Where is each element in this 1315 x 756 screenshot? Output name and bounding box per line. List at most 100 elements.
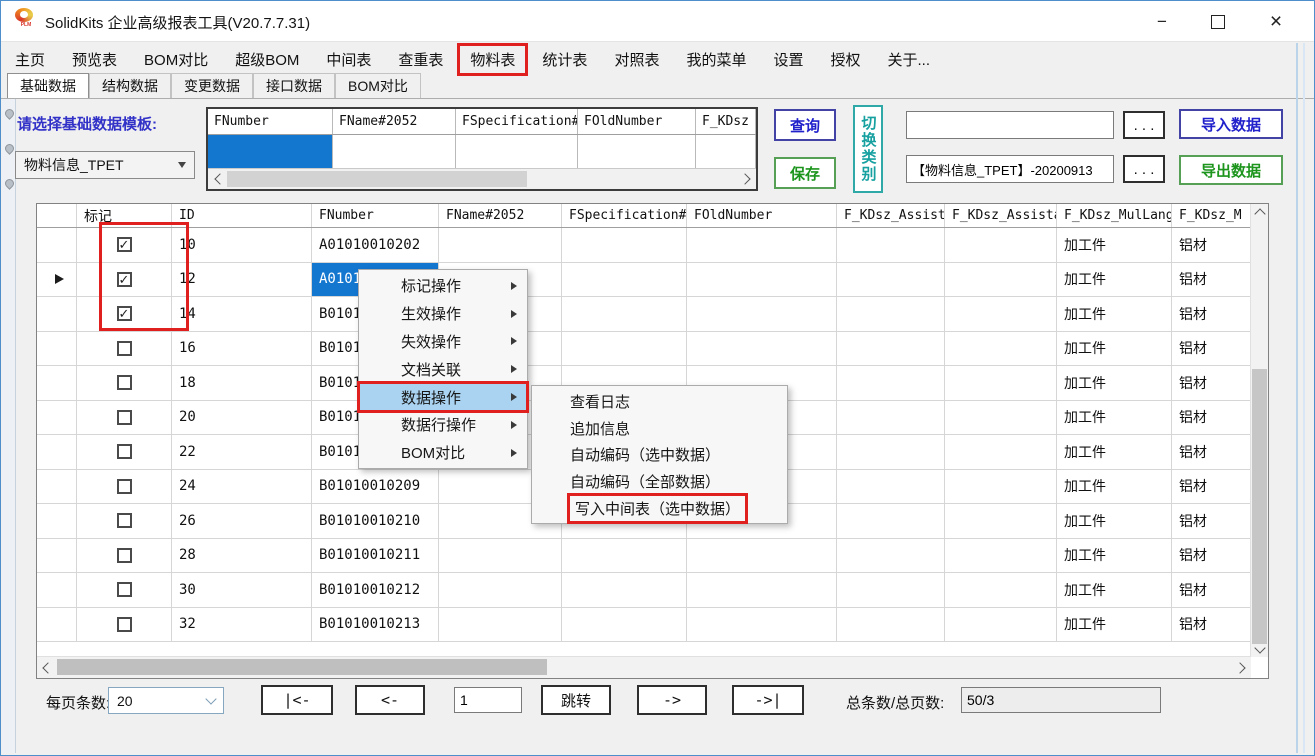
menu-item-设置[interactable]: 设置 xyxy=(763,46,813,73)
grid-header-FNumber[interactable]: FNumber xyxy=(312,204,439,227)
assistant2-cell[interactable] xyxy=(945,435,1057,469)
material-cell[interactable]: 铝材 xyxy=(1172,504,1252,538)
export-path-input[interactable] xyxy=(906,155,1114,183)
mark-cell[interactable] xyxy=(77,401,172,435)
mark-cell[interactable] xyxy=(77,470,172,504)
row-header-cell[interactable] xyxy=(37,366,77,400)
row-header-cell[interactable] xyxy=(37,573,77,607)
mini-grid-header-FSpecification#2[interactable]: FSpecification#2 xyxy=(456,109,578,134)
row-header-cell[interactable] xyxy=(37,297,77,331)
tab-BOM对比[interactable]: BOM对比 xyxy=(335,73,421,98)
mini-grid-cell[interactable] xyxy=(456,135,578,168)
mini-grid-selected-cell[interactable] xyxy=(208,135,333,168)
tab-接口数据[interactable]: 接口数据 xyxy=(253,73,335,98)
menu-item-中间表[interactable]: 中间表 xyxy=(316,46,381,73)
close-button[interactable]: × xyxy=(1253,8,1299,35)
assistant2-cell[interactable] xyxy=(945,263,1057,297)
table-row[interactable]: ✓12A01010加工件铝材 xyxy=(37,263,1268,298)
row-checkbox[interactable] xyxy=(117,479,132,494)
submenu-item-自动编码（全部数据）[interactable]: 自动编码（全部数据） xyxy=(532,468,787,495)
assistant1-cell[interactable] xyxy=(837,228,945,262)
foldnumber-cell[interactable] xyxy=(687,297,837,331)
fspecification-cell[interactable] xyxy=(562,608,687,642)
grid-vscroll-thumb[interactable] xyxy=(1252,369,1267,644)
id-cell[interactable]: 14 xyxy=(172,297,312,331)
row-header-cell[interactable] xyxy=(37,401,77,435)
menu-item-我的菜单[interactable]: 我的菜单 xyxy=(676,46,756,73)
id-cell[interactable]: 20 xyxy=(172,401,312,435)
menu-item-BOM对比[interactable]: BOM对比 xyxy=(134,46,218,73)
fspecification-cell[interactable] xyxy=(562,263,687,297)
scroll-right-icon[interactable] xyxy=(738,169,754,189)
context-menu-item-数据行操作[interactable]: 数据行操作 xyxy=(359,411,527,439)
grid-header-FOldNumber[interactable]: FOldNumber xyxy=(687,204,837,227)
mullang-cell[interactable]: 加工件 xyxy=(1057,332,1172,366)
material-cell[interactable]: 铝材 xyxy=(1172,435,1252,469)
row-header-cell[interactable] xyxy=(37,435,77,469)
assistant2-cell[interactable] xyxy=(945,332,1057,366)
export-data-button[interactable]: 导出数据 xyxy=(1179,155,1283,185)
mark-cell[interactable] xyxy=(77,539,172,573)
context-menu-item-BOM对比[interactable]: BOM对比 xyxy=(359,439,527,467)
fspecification-cell[interactable] xyxy=(562,539,687,573)
foldnumber-cell[interactable] xyxy=(687,332,837,366)
foldnumber-cell[interactable] xyxy=(687,539,837,573)
mini-grid-header-FNumber[interactable]: FNumber xyxy=(208,109,333,134)
mini-grid-filter-row[interactable] xyxy=(208,135,756,169)
mullang-cell[interactable]: 加工件 xyxy=(1057,263,1172,297)
grid-header-ID[interactable]: ID xyxy=(172,204,312,227)
row-checkbox[interactable] xyxy=(117,617,132,632)
import-path-input[interactable] xyxy=(906,111,1114,139)
mullang-cell[interactable]: 加工件 xyxy=(1057,573,1172,607)
assistant1-cell[interactable] xyxy=(837,366,945,400)
context-menu-item-生效操作[interactable]: 生效操作 xyxy=(359,300,527,328)
mini-grid-header-FOldNumber[interactable]: FOldNumber xyxy=(578,109,696,134)
table-row[interactable]: 30B01010010212加工件铝材 xyxy=(37,573,1268,608)
mark-cell[interactable] xyxy=(77,573,172,607)
mini-grid-header-FName#2052[interactable]: FName#2052 xyxy=(333,109,456,134)
tab-结构数据[interactable]: 结构数据 xyxy=(89,73,171,98)
menu-item-关于...[interactable]: 关于... xyxy=(878,46,941,73)
id-cell[interactable]: 16 xyxy=(172,332,312,366)
mini-grid-hscrollbar[interactable] xyxy=(208,169,756,189)
assistant1-cell[interactable] xyxy=(837,435,945,469)
row-checkbox[interactable] xyxy=(117,582,132,597)
material-cell[interactable]: 铝材 xyxy=(1172,539,1252,573)
fspecification-cell[interactable] xyxy=(562,332,687,366)
row-checkbox[interactable] xyxy=(117,444,132,459)
page-size-dropdown[interactable]: 20 xyxy=(108,687,224,714)
id-cell[interactable]: 10 xyxy=(172,228,312,262)
mullang-cell[interactable]: 加工件 xyxy=(1057,470,1172,504)
foldnumber-cell[interactable] xyxy=(687,608,837,642)
mullang-cell[interactable]: 加工件 xyxy=(1057,228,1172,262)
assistant2-cell[interactable] xyxy=(945,470,1057,504)
assistant1-cell[interactable] xyxy=(837,539,945,573)
context-menu-item-失效操作[interactable]: 失效操作 xyxy=(359,328,527,356)
fname-cell[interactable] xyxy=(439,608,562,642)
material-cell[interactable]: 铝材 xyxy=(1172,228,1252,262)
row-checkbox[interactable] xyxy=(117,548,132,563)
jump-button[interactable]: 跳转 xyxy=(541,685,611,715)
fname-cell[interactable] xyxy=(439,539,562,573)
mini-grid-cell[interactable] xyxy=(696,135,756,168)
id-cell[interactable]: 24 xyxy=(172,470,312,504)
fname-cell[interactable] xyxy=(439,228,562,262)
assistant2-cell[interactable] xyxy=(945,366,1057,400)
fname-cell[interactable] xyxy=(439,573,562,607)
material-cell[interactable]: 铝材 xyxy=(1172,332,1252,366)
table-row[interactable]: 28B01010010211加工件铝材 xyxy=(37,539,1268,574)
table-row[interactable]: 16B01010加工件铝材 xyxy=(37,332,1268,367)
minimize-button[interactable]: − xyxy=(1139,8,1185,35)
material-cell[interactable]: 铝材 xyxy=(1172,573,1252,607)
mark-cell[interactable] xyxy=(77,366,172,400)
row-header-cell[interactable] xyxy=(37,539,77,573)
material-cell[interactable]: 铝材 xyxy=(1172,263,1252,297)
import-data-button[interactable]: 导入数据 xyxy=(1179,109,1283,139)
switch-category-button[interactable]: 切换类别 xyxy=(853,105,883,193)
material-cell[interactable]: 铝材 xyxy=(1172,470,1252,504)
scroll-up-icon[interactable] xyxy=(1251,204,1268,220)
material-cell[interactable]: 铝材 xyxy=(1172,401,1252,435)
save-button[interactable]: 保存 xyxy=(774,157,836,189)
mullang-cell[interactable]: 加工件 xyxy=(1057,435,1172,469)
mark-cell[interactable] xyxy=(77,608,172,642)
